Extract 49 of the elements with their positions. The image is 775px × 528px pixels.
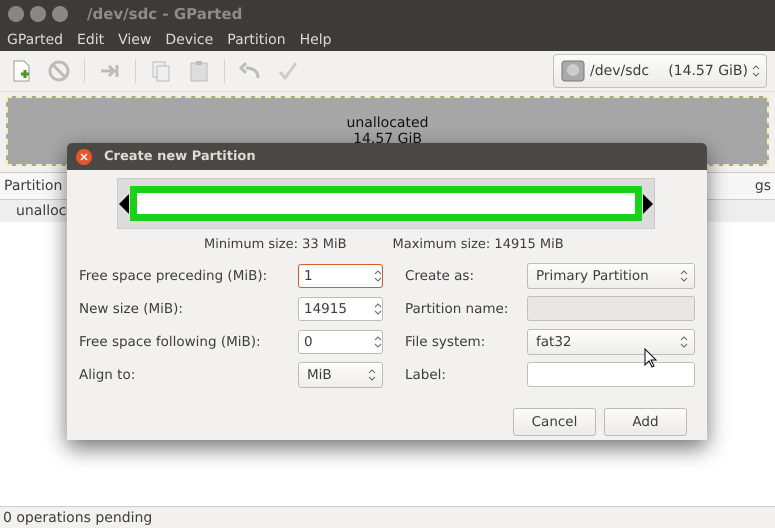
spin-arrows-icon[interactable] [368, 368, 376, 382]
dropdown[interactable]: MiB [298, 362, 383, 388]
max-size-text: Maximum size: 14915 MiB [392, 237, 564, 252]
spin-field[interactable]: 1 [298, 264, 383, 288]
field-label: Create as: [405, 268, 474, 284]
device-name: /dev/sdc [590, 63, 650, 79]
spin-arrows-icon[interactable] [752, 64, 760, 78]
dialog-button[interactable]: Add [604, 408, 687, 436]
field-label: Label: [405, 366, 446, 382]
field-label: Partition name: [405, 300, 508, 316]
close-icon[interactable] [76, 148, 92, 164]
device-selector[interactable]: /dev/sdc (14.57 GiB) [553, 54, 767, 88]
size-slider[interactable] [117, 178, 655, 229]
partition-size: 14.57 GiB [353, 131, 422, 147]
menu-item[interactable]: Help [292, 32, 339, 48]
menu-item[interactable]: GParted [0, 32, 70, 48]
input-field[interactable] [527, 362, 695, 387]
field-label: Free space following (MiB): [79, 334, 261, 350]
status-text: 0 operations pending [2, 508, 154, 528]
field-label: Free space preceding (MiB): [79, 268, 268, 284]
mouse-pointer-icon [644, 348, 658, 368]
partition-label: unallocated [346, 115, 428, 131]
field-label: New size (MiB): [79, 300, 183, 316]
maximize-icon[interactable] [51, 5, 69, 23]
minimize-icon[interactable] [29, 5, 47, 23]
cancel-icon[interactable] [46, 58, 72, 84]
menu-item[interactable]: Partition [220, 32, 293, 48]
field-label: File system: [405, 334, 486, 350]
spin-arrows-icon[interactable] [374, 334, 382, 348]
menu-item[interactable]: Device [158, 32, 220, 48]
dropdown[interactable]: Primary Partition [527, 262, 695, 288]
device-size: (14.57 GiB) [668, 63, 748, 79]
menu-item[interactable]: Edit [70, 32, 112, 48]
spin-arrows-icon[interactable] [680, 334, 688, 348]
dropdown[interactable]: fat32 [527, 328, 695, 354]
min-size-text: Minimum size: 33 MiB [204, 237, 347, 252]
dialog-title: Create new Partition [104, 149, 256, 164]
spin-field[interactable]: 0 [298, 330, 383, 354]
table-cell: unalloc [16, 203, 66, 219]
field-label: Align to: [79, 366, 136, 382]
spin-arrows-icon[interactable] [374, 268, 382, 282]
column-header[interactable]: Partition [4, 178, 62, 194]
spin-arrows-icon[interactable] [680, 268, 688, 282]
spin-arrows-icon[interactable] [374, 302, 382, 316]
dialog-button[interactable]: Cancel [513, 408, 596, 436]
column-header[interactable]: gs [754, 178, 771, 194]
spin-field[interactable]: 14915 [298, 296, 383, 320]
window-title: /dev/sdc - GParted [87, 5, 242, 23]
menu-item[interactable]: View [111, 32, 158, 48]
